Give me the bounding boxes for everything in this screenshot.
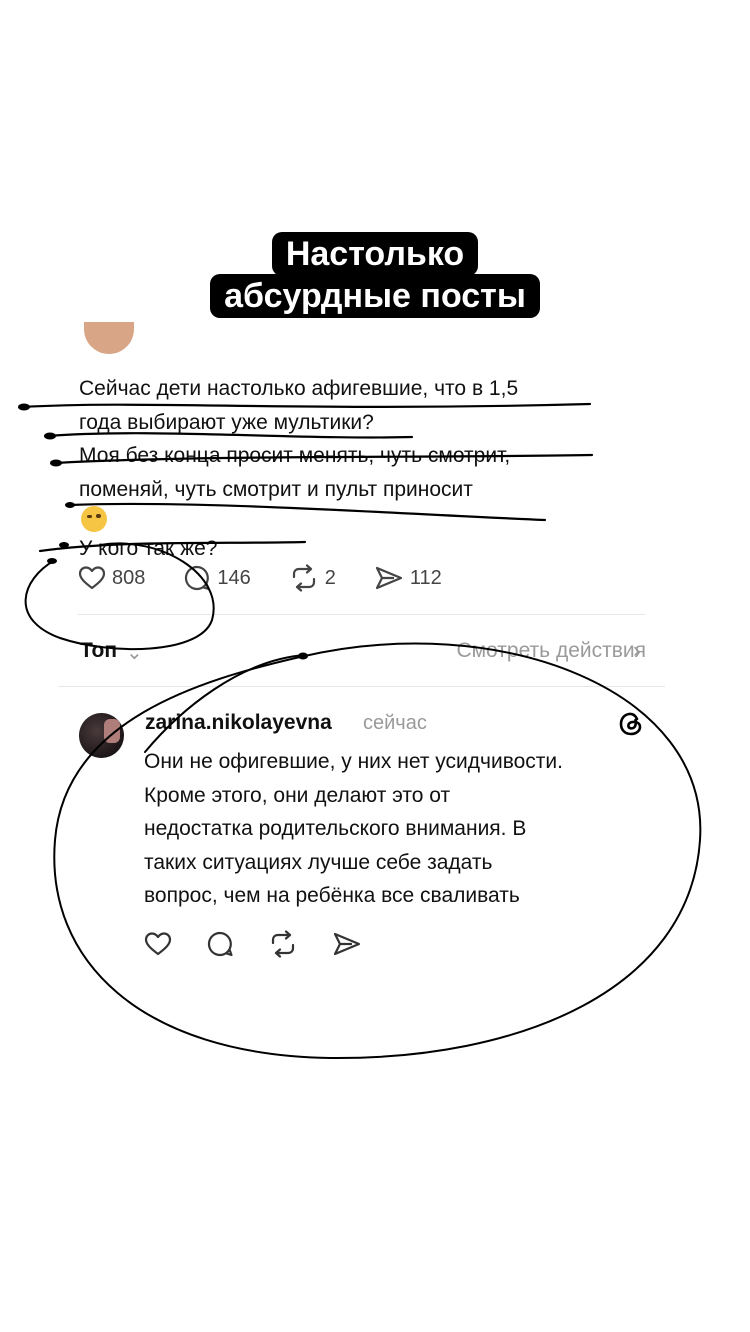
comment-count: 146 (217, 566, 251, 589)
comment-body: Они не офигевшие, у них нет усидчивости.… (144, 745, 654, 913)
post-line: Моя без конца просит менять, чуть смотри… (79, 444, 511, 467)
comment-timestamp: сейчас (363, 712, 427, 734)
like-button[interactable]: 808 (78, 565, 145, 591)
stroke-dot (44, 432, 56, 440)
post-line-text: поменяй, чуть смотрит и пульт приносит (79, 477, 473, 501)
chevron-right-icon: › (633, 639, 640, 662)
send-icon (375, 566, 402, 590)
comment-line: Они не офигевшие, у них нет усидчивости. (144, 750, 563, 773)
comment-share-button[interactable] (332, 930, 362, 958)
comment-reply-button[interactable] (206, 930, 234, 958)
post-body: Сейчас дети настолько афигевшие, что в 1… (79, 372, 639, 566)
overlay-title-line2: абсурдные посты (210, 274, 540, 318)
comment-repost-button[interactable] (268, 930, 298, 958)
stroke-dot (47, 558, 57, 564)
share-count: 112 (409, 566, 442, 589)
like-count: 808 (112, 566, 146, 589)
post-stats: 808 146 2 112 (78, 563, 480, 593)
repost-icon (292, 564, 315, 592)
repost-icon (271, 930, 295, 958)
speech-bubble-icon (207, 931, 233, 957)
comment-username[interactable]: zarina.nikolayevna (145, 711, 332, 735)
view-activity-link[interactable]: Смотреть действия (456, 639, 646, 663)
repost-button[interactable]: 2 (289, 564, 336, 592)
share-button[interactable]: 112 (374, 564, 442, 592)
speech-bubble-icon (185, 565, 210, 591)
post-line: Сейчас дети настолько афигевшие, что в 1… (79, 377, 519, 400)
comment-line: таких ситуациях лучше себе задать (144, 850, 493, 874)
comment-line: недостатка родительского внимания. В (144, 817, 527, 840)
raised-eyebrow-emoji-icon (81, 506, 107, 532)
heart-icon (78, 566, 106, 590)
comment-like-button[interactable] (144, 931, 172, 957)
post-line: поменяй, чуть смотрит и пульт приносит (79, 473, 639, 532)
post-line: года выбирают уже мультики? (79, 410, 374, 434)
comment-line: Кроме этого, они делают это от (144, 783, 451, 807)
comment-button[interactable]: 146 (183, 564, 251, 592)
comment-author-avatar[interactable] (79, 713, 124, 758)
send-icon (333, 932, 361, 956)
divider (78, 614, 645, 615)
repost-count: 2 (324, 566, 336, 589)
heart-icon (144, 932, 172, 956)
comment-actions (144, 930, 396, 958)
overlay-title: Настолько абсурдные посты (0, 232, 750, 318)
post-line: У кого так же? (79, 537, 218, 560)
threads-logo-icon (619, 712, 642, 736)
comment-line: вопрос, чем на ребёнка все сваливать (144, 884, 520, 907)
chevron-down-icon: ⌄ (126, 642, 143, 664)
stroke-dot (18, 403, 30, 411)
sort-dropdown[interactable]: Топ (80, 639, 117, 663)
overlay-title-line1: Настолько (271, 232, 479, 276)
divider (58, 686, 665, 687)
